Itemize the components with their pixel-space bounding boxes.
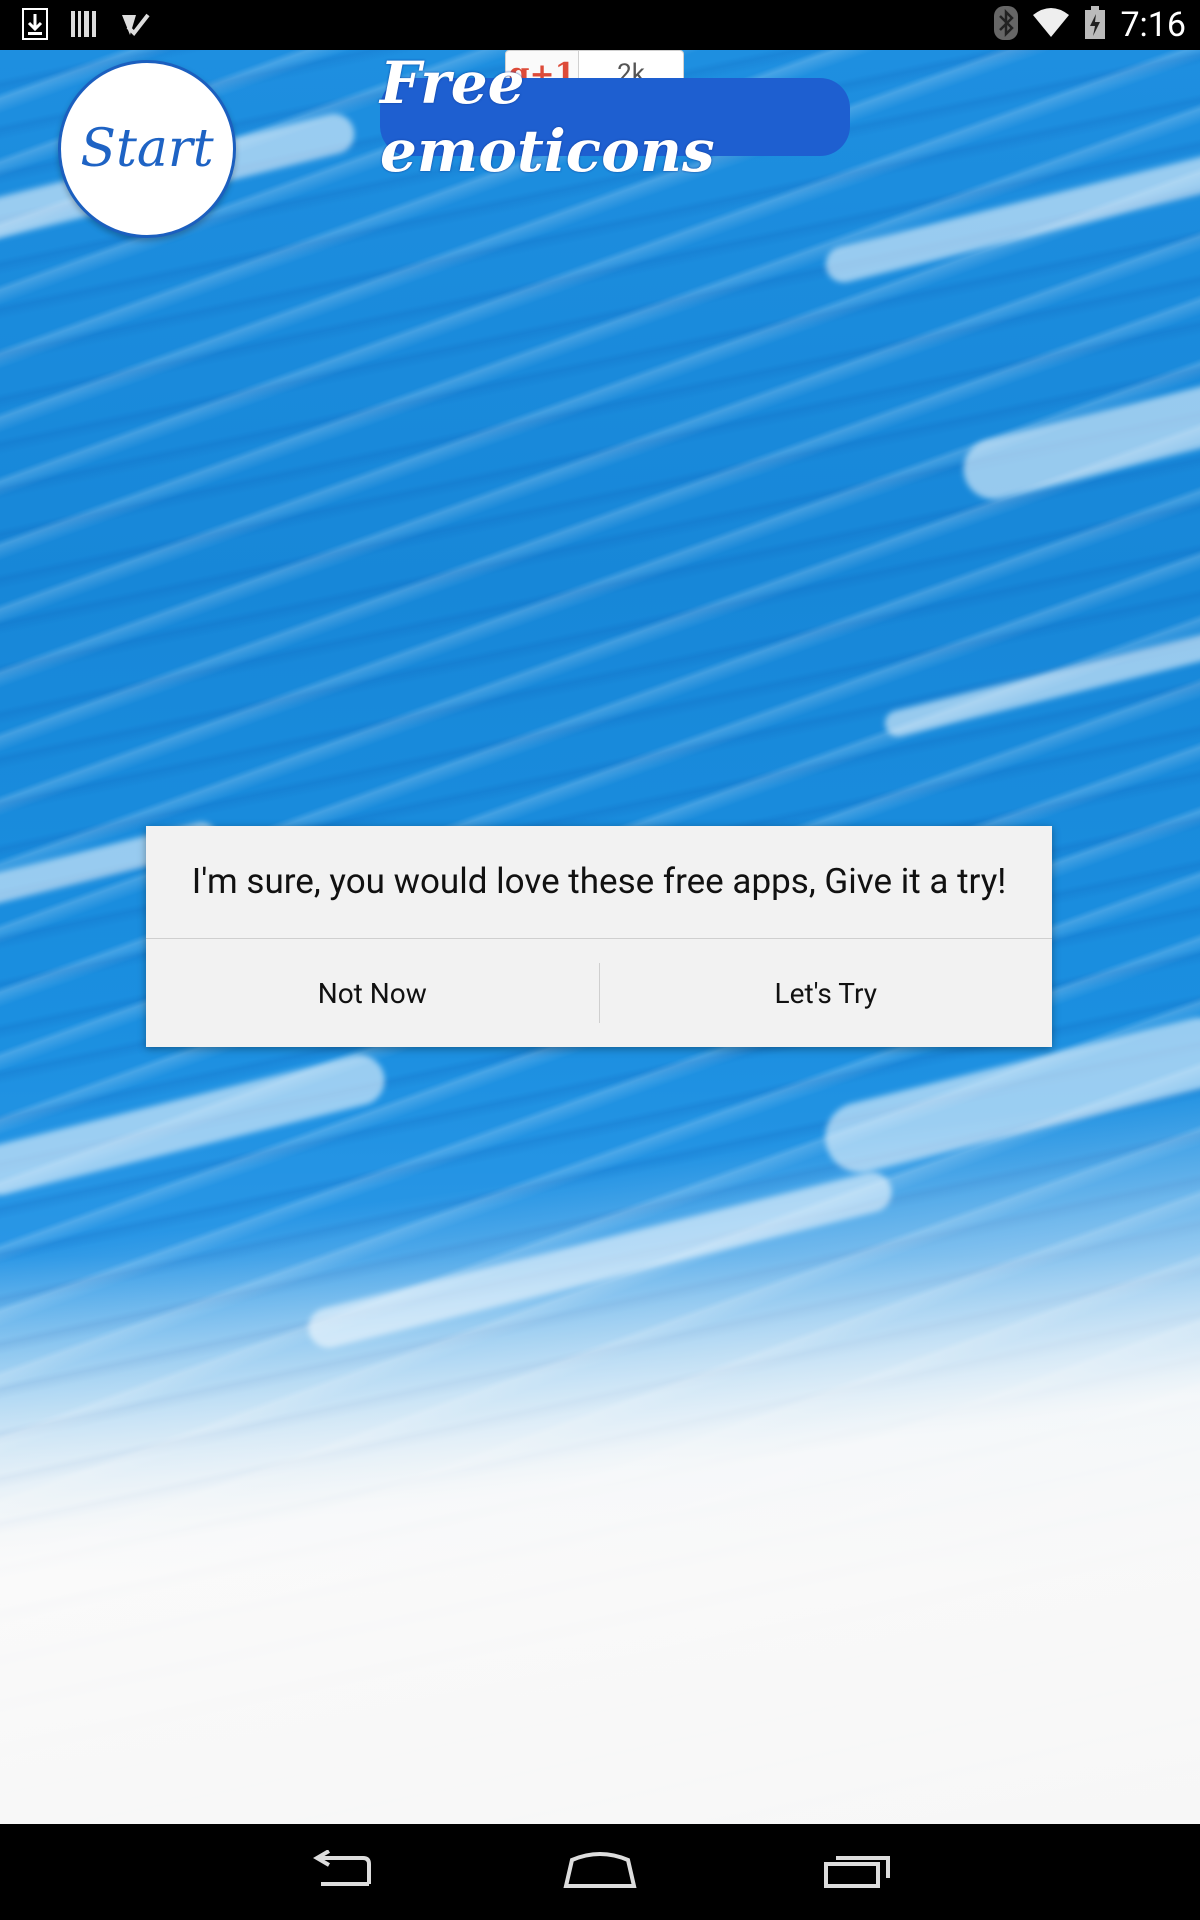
start-button[interactable]: Start	[58, 60, 236, 238]
download-icon	[22, 8, 48, 44]
notification-icons	[22, 8, 150, 44]
barcode-icon	[70, 9, 98, 43]
paint-streak	[957, 374, 1200, 506]
home-button[interactable]	[550, 1844, 650, 1900]
wifi-icon	[1032, 7, 1070, 43]
navigation-bar	[0, 1824, 1200, 1920]
system-icons: 7:16	[994, 4, 1186, 46]
paint-streak	[882, 626, 1200, 740]
checkmark-icon	[120, 9, 150, 43]
paint-streak	[0, 1049, 390, 1201]
status-bar: 7:16	[0, 0, 1200, 50]
back-icon	[307, 1849, 379, 1894]
status-time: 7:16	[1120, 5, 1186, 45]
lets-try-button[interactable]: Let's Try	[600, 939, 1053, 1047]
promo-dialog: I'm sure, you would love these free apps…	[146, 826, 1052, 1047]
paint-streak	[304, 1168, 896, 1352]
recents-button[interactable]	[808, 1844, 908, 1900]
app-title: Free emoticons	[380, 49, 850, 185]
paint-streak	[821, 149, 1200, 287]
recents-icon	[822, 1850, 894, 1894]
not-now-button[interactable]: Not Now	[146, 939, 599, 1047]
dialog-message: I'm sure, you would love these free apps…	[191, 860, 1007, 902]
dialog-button-bar: Not Now Let's Try	[146, 939, 1052, 1047]
battery-icon	[1084, 6, 1106, 44]
home-icon	[562, 1850, 638, 1894]
back-button[interactable]	[293, 1844, 393, 1900]
bluetooth-icon	[994, 6, 1019, 44]
